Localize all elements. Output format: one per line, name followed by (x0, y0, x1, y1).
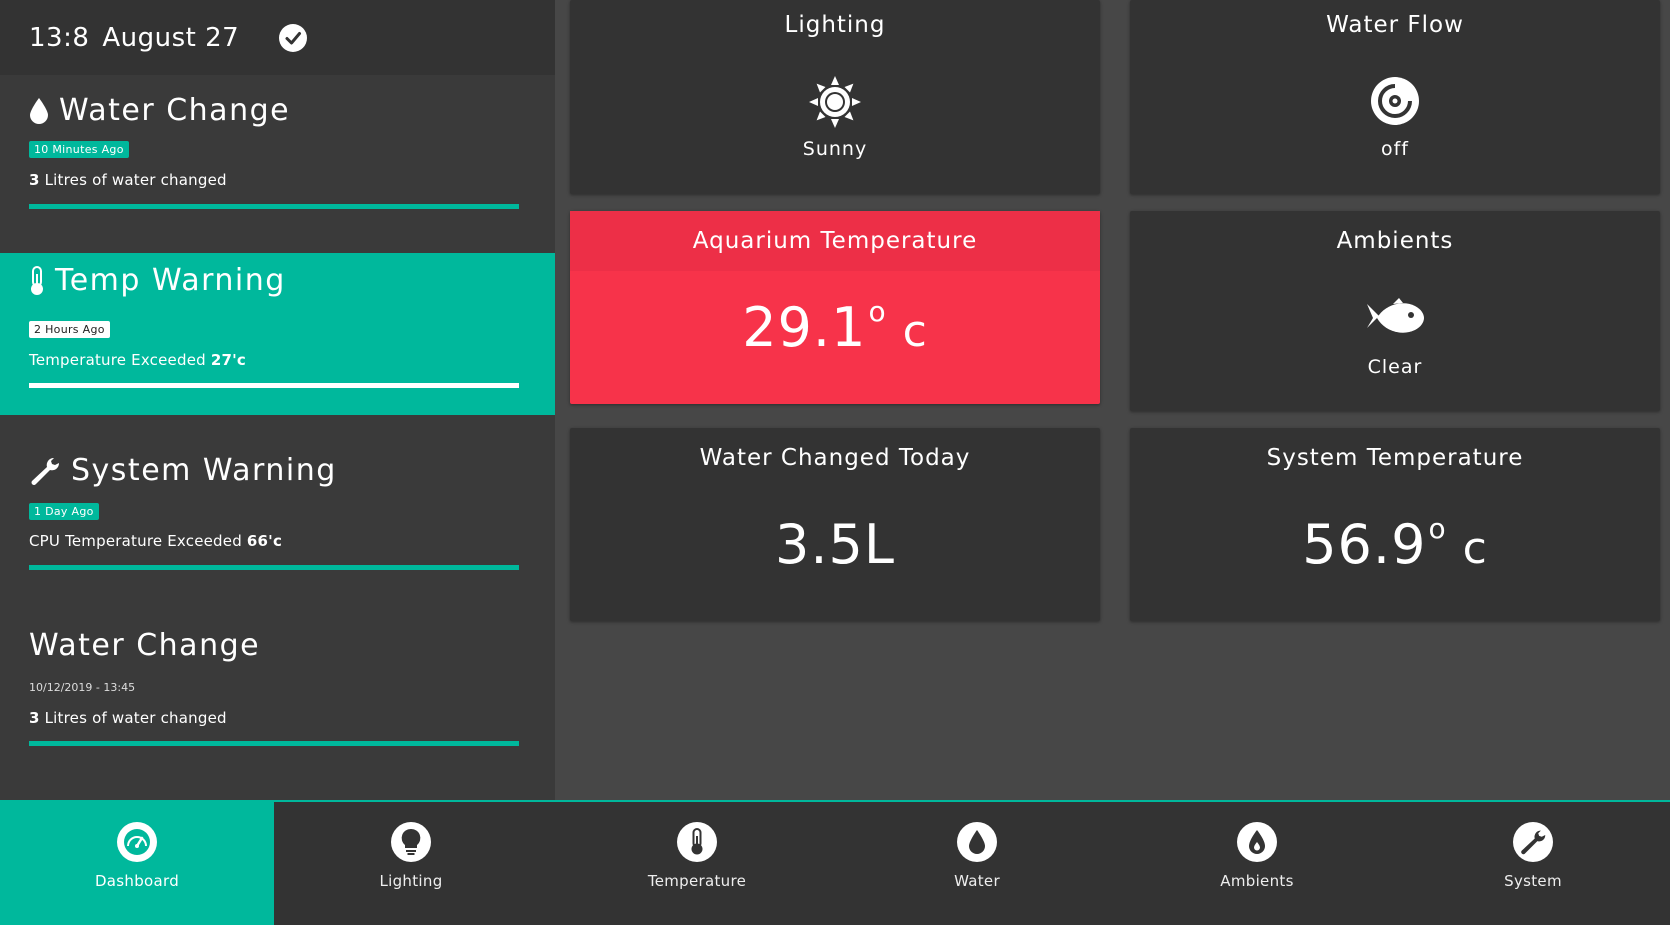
water-flow-status: off (1380, 138, 1409, 160)
alert-title: System Warning (29, 453, 337, 488)
alert-progress-bar (29, 741, 519, 746)
card-title: Aquarium Temperature (692, 228, 978, 254)
lightbulb-icon (391, 822, 431, 862)
system-temperature-value: 56.9o c (1302, 512, 1488, 576)
clock-time: 13:8 (29, 22, 90, 53)
water-changed-today-card[interactable]: Water Changed Today 3.5L (570, 428, 1100, 621)
alert-water-change-history[interactable]: Water Change 10/12/2019 - 13:45 3 Litres… (0, 593, 555, 771)
nav-lighting[interactable]: Lighting (274, 802, 548, 925)
nav-dashboard[interactable]: Dashboard (0, 802, 274, 925)
alert-title: Water Change (29, 628, 261, 663)
check-circle-icon[interactable] (279, 23, 308, 52)
card-title: Lighting (784, 12, 886, 38)
nav-label: Temperature (647, 872, 747, 890)
speedometer-icon (117, 822, 157, 862)
card-title: Water Flow (1326, 12, 1464, 38)
fish-icon (1365, 298, 1425, 342)
alert-date: 10/12/2019 - 13:45 (29, 681, 136, 694)
sidebar: 13:8 August 27 Water Change 10 Minutes A… (0, 0, 555, 800)
flame-drop-icon (1237, 822, 1277, 862)
alert-temp-warning[interactable]: Temp Warning 2 Hours Ago Temperature Exc… (0, 253, 555, 415)
bottom-nav: Dashboard Lighting Temperature Water Amb… (0, 800, 1670, 925)
nav-label: Lighting (379, 872, 443, 890)
nav-ambients[interactable]: Ambients (1120, 802, 1394, 925)
thermometer-icon (677, 822, 717, 862)
alert-progress-bar (29, 204, 519, 209)
lighting-status: Sunny (802, 138, 868, 160)
nav-system[interactable]: System (1396, 802, 1670, 925)
sun-icon (809, 76, 861, 132)
clock-bar: 13:8 August 27 (0, 0, 555, 75)
droplet-icon (29, 97, 49, 125)
nav-water[interactable]: Water (840, 802, 1114, 925)
alert-progress-bar (29, 383, 519, 388)
droplet-icon (957, 822, 997, 862)
water-changed-value: 3.5L (775, 513, 895, 576)
nav-temperature[interactable]: Temperature (560, 802, 834, 925)
alert-progress-bar (29, 565, 519, 570)
alert-message: 3 Litres of water changed (29, 171, 227, 189)
time-ago-badge: 10 Minutes Ago (29, 141, 129, 158)
ambients-card[interactable]: Ambients Clear (1130, 211, 1660, 411)
card-title: Water Changed Today (699, 445, 971, 471)
flow-disc-icon (1370, 76, 1420, 130)
nav-label: Ambients (1220, 872, 1294, 890)
ambients-status: Clear (1367, 356, 1423, 378)
nav-label: Dashboard (94, 872, 180, 890)
time-ago-badge: 2 Hours Ago (29, 321, 110, 338)
aquarium-temperature-value: 29.1o c (742, 295, 928, 359)
thermometer-icon (29, 265, 45, 296)
wrench-icon (29, 456, 61, 486)
alert-title: Temp Warning (29, 263, 286, 298)
alert-message: 3 Litres of water changed (29, 709, 227, 727)
alert-title: Water Change (29, 93, 290, 128)
card-title: System Temperature (1266, 445, 1524, 471)
alert-message: CPU Temperature Exceeded 66'c (29, 532, 283, 550)
time-ago-badge: 1 Day Ago (29, 503, 99, 520)
clock-date: August 27 (102, 22, 240, 53)
aquarium-temperature-card[interactable]: Aquarium Temperature 29.1o c (570, 211, 1100, 404)
nav-label: System (1504, 872, 1562, 890)
alert-message: Temperature Exceeded 27'c (29, 351, 246, 369)
nav-label: Water (954, 872, 1000, 890)
lighting-card[interactable]: Lighting Sunny (570, 0, 1100, 194)
card-title: Ambients (1336, 228, 1454, 254)
alert-system-warning[interactable]: System Warning 1 Day Ago CPU Temperature… (0, 415, 555, 593)
system-temperature-card[interactable]: System Temperature 56.9o c (1130, 428, 1660, 621)
alert-water-change[interactable]: Water Change 10 Minutes Ago 3 Litres of … (0, 75, 555, 253)
water-flow-card[interactable]: Water Flow off (1130, 0, 1660, 194)
wrench-icon (1513, 822, 1553, 862)
